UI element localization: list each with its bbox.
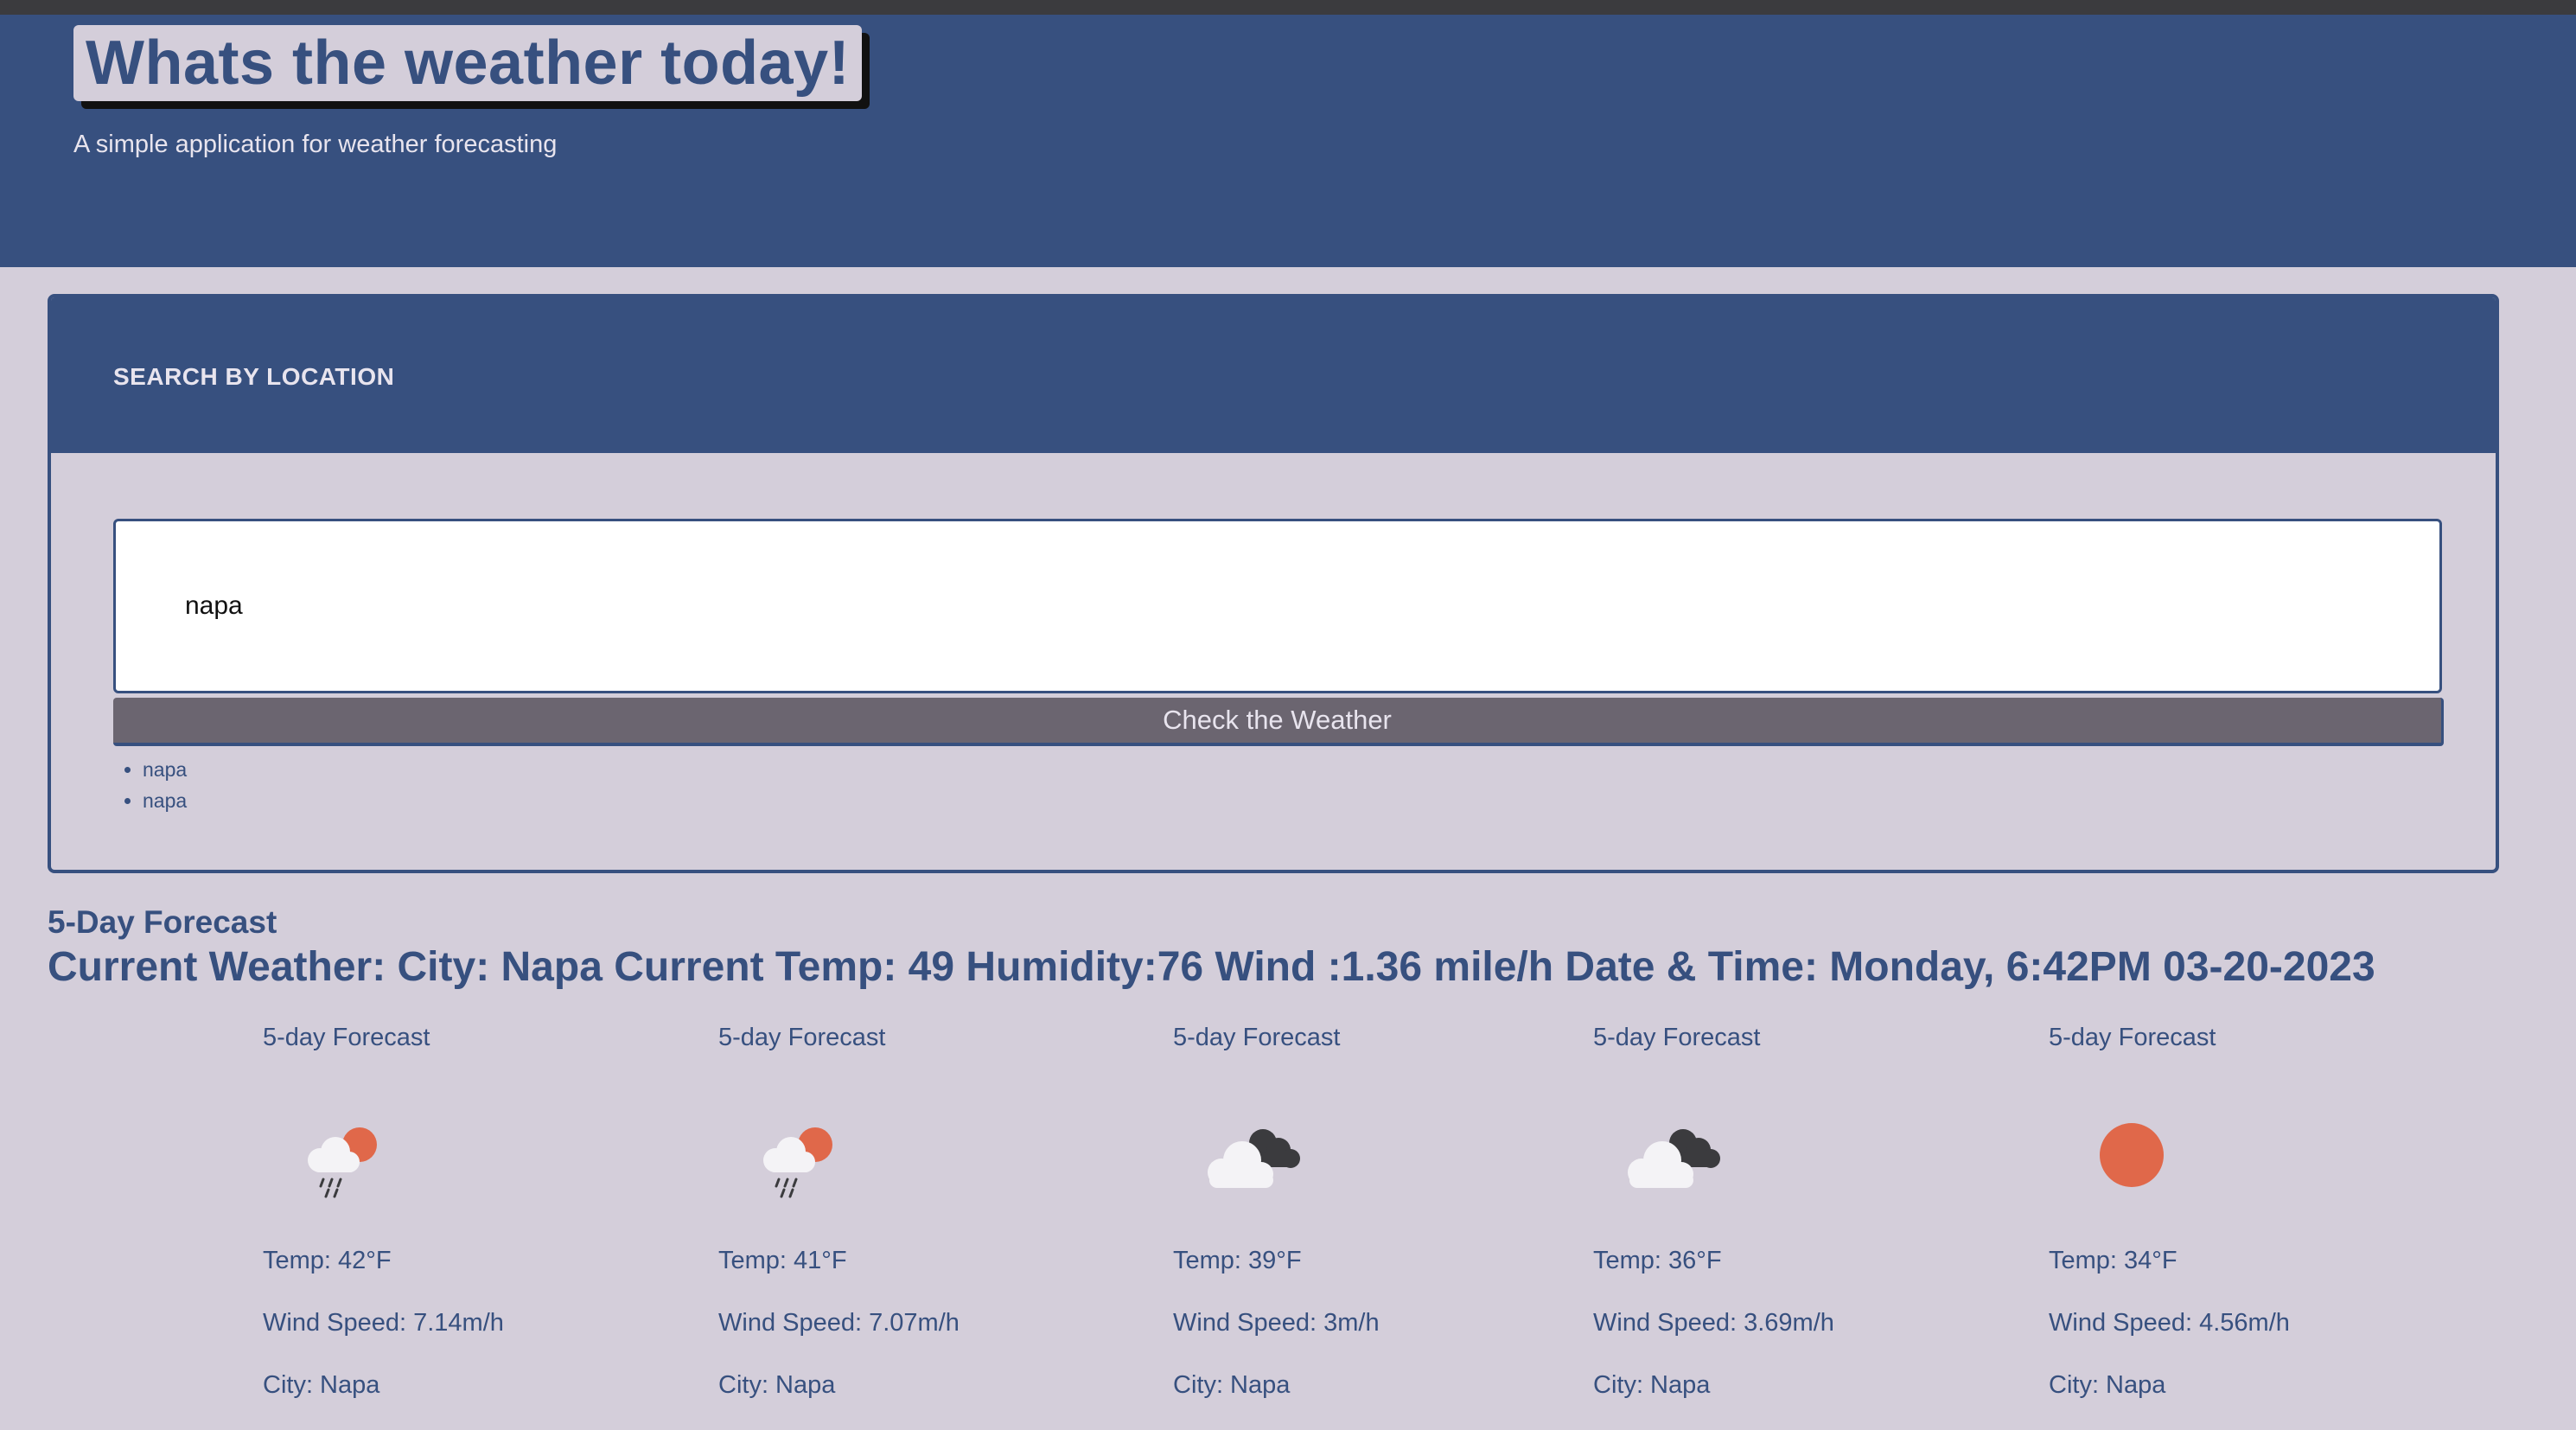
app-subtitle: A simple application for weather forecas… [73,131,558,158]
forecast-card-title: 5-day Forecast [1173,1024,1341,1051]
forecast-card: 5-day Forecast Temp: 41°F Wind Speed: 7.… [718,1020,1081,1430]
forecast-temp: Temp: 42°F [263,1247,392,1274]
current-weather-summary: Current Weather: City: Napa Current Temp… [48,944,2375,990]
forecast-wind: Wind Speed: 4.56m/h [2049,1309,2290,1337]
forecast-city: City: Napa [263,1371,380,1399]
rain-sun-icon [308,1127,377,1198]
forecast-card-title: 5-day Forecast [263,1024,430,1051]
forecast-card-title: 5-day Forecast [2049,1024,2216,1051]
search-history-item[interactable]: napa [143,785,187,816]
app-title-box: Whats the weather today! [73,25,863,101]
forecast-city: City: Napa [2049,1371,2166,1399]
search-history-list: napa napa [113,754,187,816]
search-card: SEARCH BY LOCATION Check the Weather nap… [48,294,2499,873]
forecast-card: 5-day Forecast Temp: 42°F Wind Speed: 7.… [263,1020,626,1430]
forecast-card: 5-day Forecast Temp: 34°F Wind Speed: 4.… [2049,1020,2412,1430]
forecast-wind: Wind Speed: 3m/h [1173,1309,1380,1337]
forecast-city: City: Napa [718,1371,836,1399]
forecast-city: City: Napa [1173,1371,1291,1399]
city-search-input[interactable] [113,519,2442,693]
forecast-temp: Temp: 34°F [2049,1247,2177,1274]
check-weather-button[interactable]: Check the Weather [113,698,2444,746]
forecast-temp: Temp: 36°F [1593,1247,1722,1274]
app-header: Whats the weather today! A simple applic… [0,15,2576,267]
forecast-temp: Temp: 39°F [1173,1247,1302,1274]
rain-sun-icon [763,1127,832,1198]
forecast-card-title: 5-day Forecast [718,1024,886,1051]
broken-clouds-icon [1628,1129,1720,1188]
forecast-card: 5-day Forecast Temp: 39°F Wind Speed: 3m… [1173,1020,1536,1430]
broken-clouds-icon [1208,1129,1300,1188]
search-card-header: SEARCH BY LOCATION [51,297,2496,453]
window-top-strip [0,0,2576,15]
search-history-item[interactable]: napa [143,754,187,785]
forecast-wind: Wind Speed: 3.69m/h [1593,1309,1834,1337]
forecast-wind: Wind Speed: 7.14m/h [263,1309,504,1337]
forecast-heading: 5-Day Forecast [48,904,277,940]
forecast-card-title: 5-day Forecast [1593,1024,1761,1051]
app-title: Whats the weather today! [86,29,851,98]
forecast-wind: Wind Speed: 7.07m/h [718,1309,960,1337]
search-heading: SEARCH BY LOCATION [113,363,395,390]
forecast-city: City: Napa [1593,1371,1711,1399]
forecast-temp: Temp: 41°F [718,1247,847,1274]
forecast-card: 5-day Forecast Temp: 36°F Wind Speed: 3.… [1593,1020,1956,1430]
clear-sun-icon [2100,1123,2164,1187]
